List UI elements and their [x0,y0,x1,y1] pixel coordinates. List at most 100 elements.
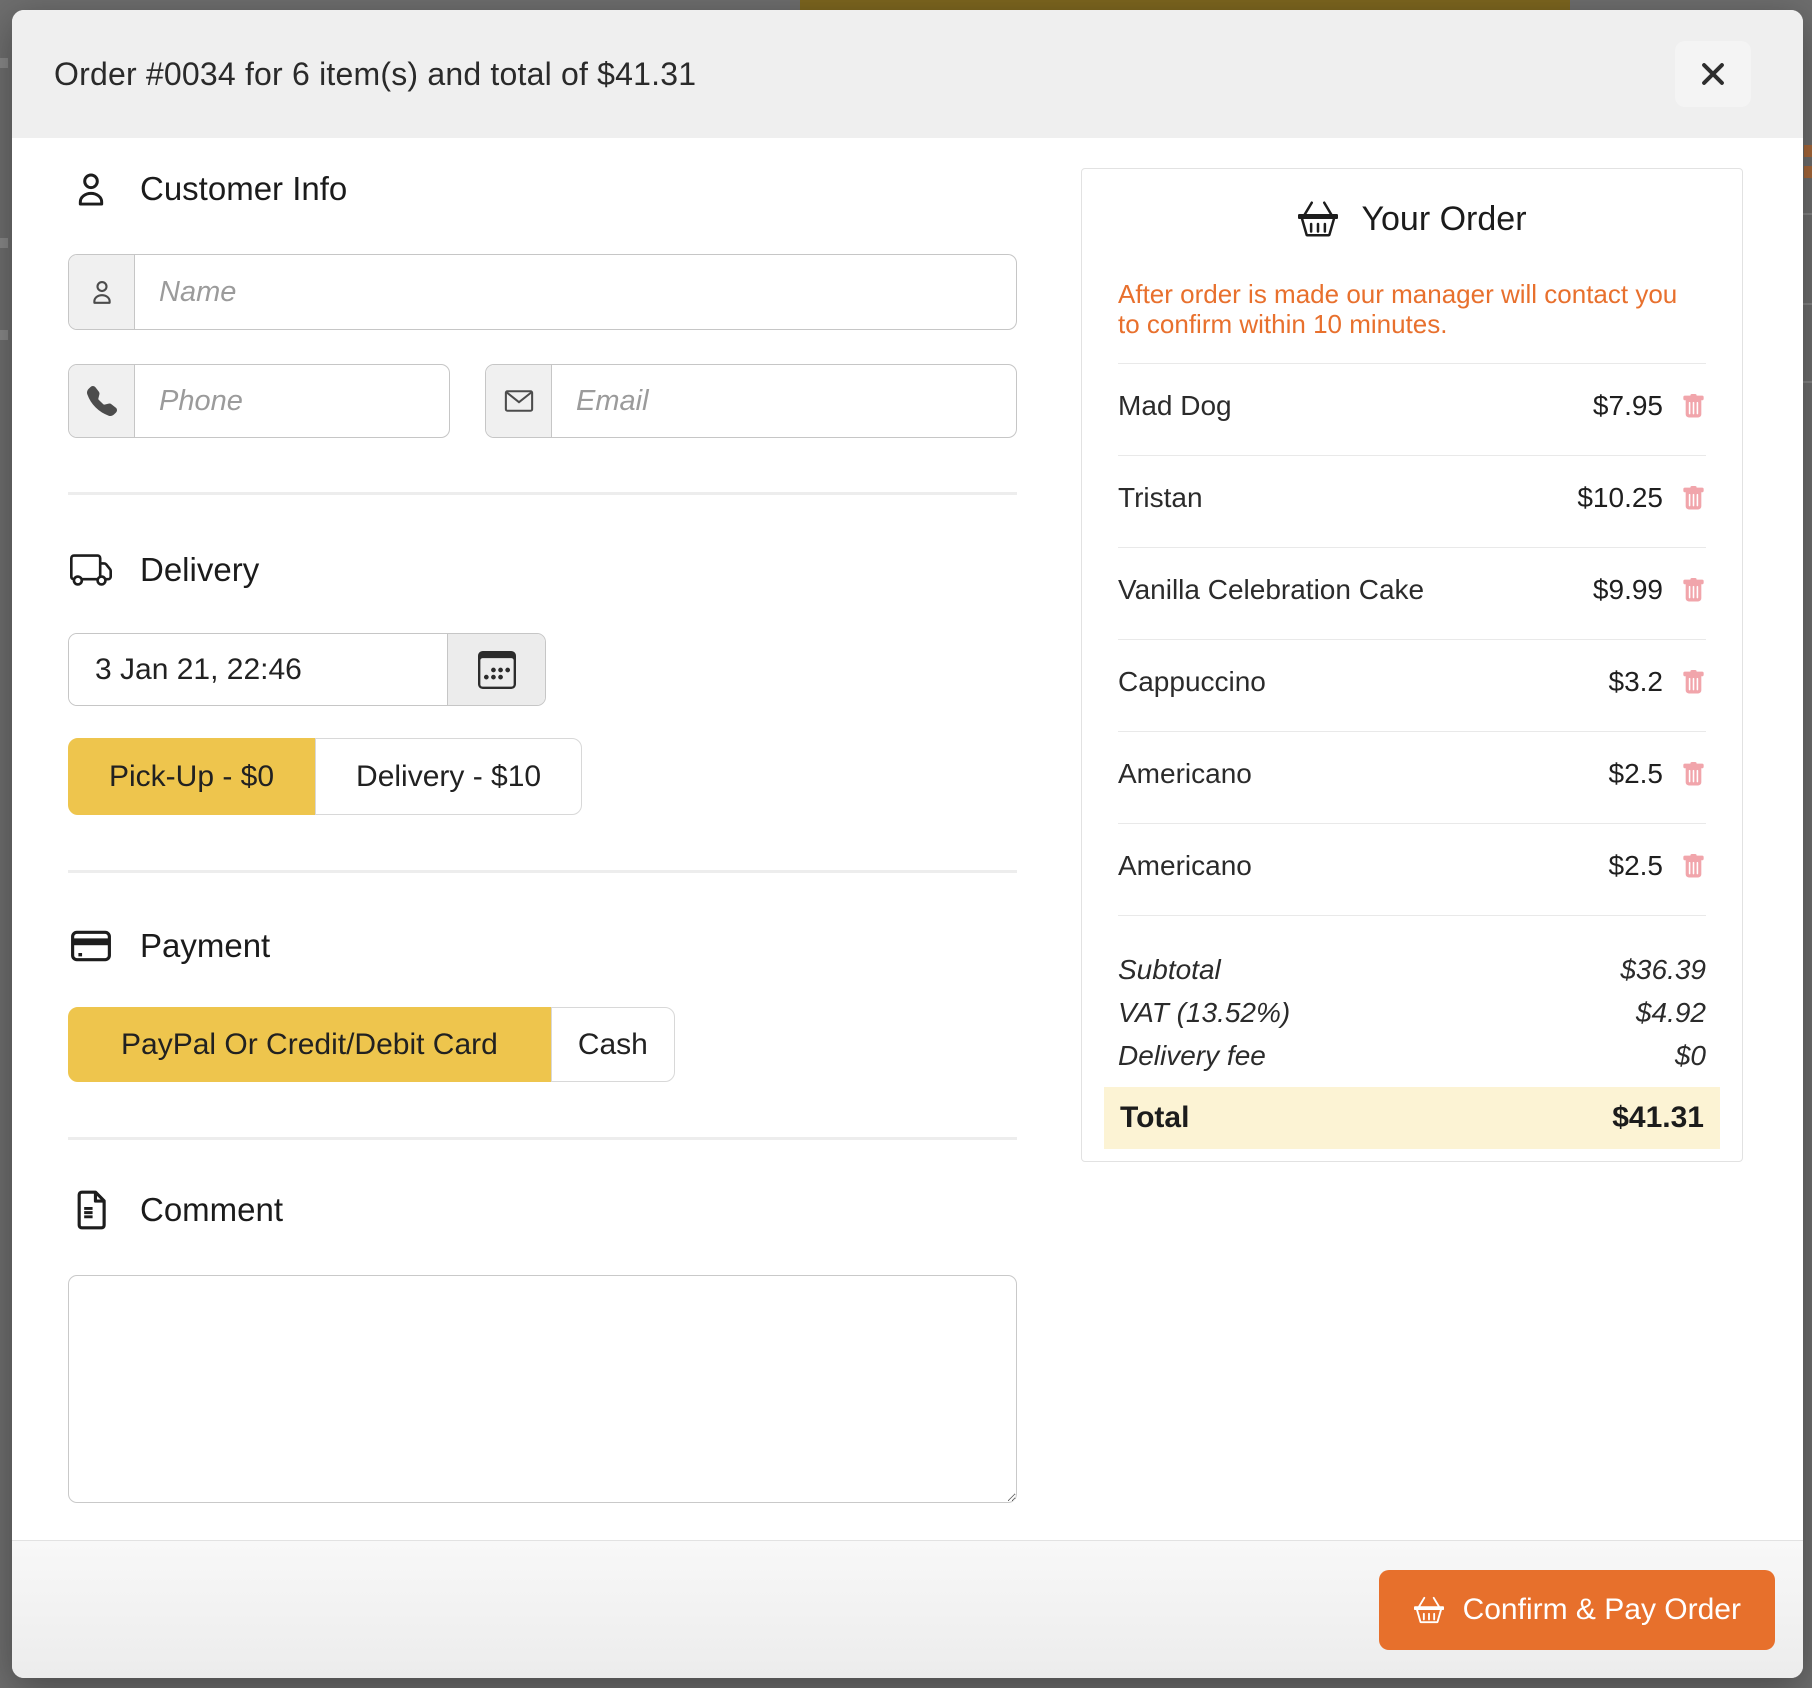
item-price: $7.95 [1593,390,1663,422]
summary-value: $4.92 [1636,991,1706,1034]
delivery-datetime-group [68,633,546,706]
your-order-panel: Your Order After order is made our manag… [1081,168,1743,1162]
comment-textarea[interactable] [68,1275,1017,1503]
paypal-card-option-button[interactable]: PayPal Or Credit/Debit Card [68,1007,551,1082]
name-input-group [68,254,1017,330]
item-name: Vanilla Celebration Cake [1118,574,1424,606]
backdrop-glyph [0,58,8,68]
basket-icon [1297,199,1339,239]
backdrop-glyph [0,238,8,248]
order-total-row: Total $41.31 [1104,1087,1720,1149]
order-item: Mad Dog $7.95 [1118,363,1706,455]
credit-card-icon [68,925,114,967]
trash-icon [1681,761,1706,788]
your-order-heading: Your Order [1118,197,1706,241]
close-button[interactable] [1675,41,1751,107]
email-input[interactable] [552,365,1016,437]
comment-heading: Comment [68,1187,1017,1233]
customer-info-label: Customer Info [140,170,347,208]
item-price: $3.2 [1609,666,1664,698]
delivery-datetime-input[interactable] [69,634,447,705]
payment-method-toggle: PayPal Or Credit/Debit Card Cash [68,1007,1017,1082]
phone-input-group [68,364,450,438]
remove-item-button[interactable] [1681,577,1706,604]
modal-header: Order #0034 for 6 item(s) and total of $… [12,10,1803,138]
item-price: $2.5 [1609,758,1664,790]
column-gap [1017,138,1081,1540]
trash-icon [1681,577,1706,604]
item-name: Americano [1118,758,1252,790]
modal-title: Order #0034 for 6 item(s) and total of $… [54,56,696,93]
envelope-icon [486,365,552,437]
remove-item-button[interactable] [1681,853,1706,880]
order-item: Tristan $10.25 [1118,455,1706,547]
email-input-group [485,364,1017,438]
document-icon [68,1189,114,1231]
modal-body: Customer Info [12,138,1803,1540]
backdrop-line [1803,381,1812,383]
item-price: $10.25 [1577,482,1663,514]
backdrop-top-strip [800,0,1570,10]
person-icon [68,168,114,210]
delivery-option-button[interactable]: Delivery - $10 [315,738,582,815]
remove-item-button[interactable] [1681,393,1706,420]
remove-item-button[interactable] [1681,669,1706,696]
backdrop-line [1803,303,1812,305]
your-order-label: Your Order [1361,200,1526,239]
summary-label: Delivery fee [1118,1034,1266,1077]
truck-icon [68,549,114,591]
modal-footer: Confirm & Pay Order [12,1540,1803,1678]
order-summary: Subtotal $36.39 VAT (13.52%) $4.92 Deliv… [1118,916,1706,1149]
summary-value: $36.39 [1620,948,1706,991]
item-name: Tristan [1118,482,1203,514]
section-divider [68,1137,1017,1140]
phone-icon [69,365,135,437]
item-name: Americano [1118,850,1252,882]
total-value: $41.31 [1612,1101,1704,1135]
trash-icon [1681,853,1706,880]
remove-item-button[interactable] [1681,761,1706,788]
payment-heading: Payment [68,923,1017,969]
close-icon [1700,61,1726,87]
section-divider [68,492,1017,495]
contact-row [68,364,1017,438]
item-price: $2.5 [1609,850,1664,882]
summary-row: VAT (13.52%) $4.92 [1118,991,1706,1034]
trash-icon [1681,485,1706,512]
order-column: Your Order After order is made our manag… [1081,138,1743,1540]
basket-icon [1413,1595,1445,1625]
section-divider [68,870,1017,873]
confirm-pay-label: Confirm & Pay Order [1463,1593,1741,1627]
calendar-picker-button[interactable] [447,634,545,705]
item-name: Mad Dog [1118,390,1232,422]
checkout-form: Customer Info [68,138,1017,1540]
item-price: $9.99 [1593,574,1663,606]
order-item: Vanilla Celebration Cake $9.99 [1118,547,1706,639]
summary-value: $0 [1675,1034,1706,1077]
delivery-method-toggle: Pick-Up - $0 Delivery - $10 [68,738,1017,815]
comment-label: Comment [140,1191,283,1229]
summary-row: Delivery fee $0 [1118,1034,1706,1077]
order-items-list: Mad Dog $7.95 Tristan $10.25 [1118,363,1706,916]
backdrop-glyph [1804,145,1812,157]
backdrop-glyph [0,330,8,340]
confirm-pay-button[interactable]: Confirm & Pay Order [1379,1570,1775,1650]
order-item: Americano $2.5 [1118,731,1706,823]
order-modal: Order #0034 for 6 item(s) and total of $… [12,10,1803,1678]
remove-item-button[interactable] [1681,485,1706,512]
order-note: After order is made our manager will con… [1118,279,1706,339]
pickup-option-button[interactable]: Pick-Up - $0 [68,738,315,815]
phone-input[interactable] [135,365,449,437]
delivery-label: Delivery [140,551,259,589]
person-icon [69,255,135,329]
summary-label: VAT (13.52%) [1118,991,1290,1034]
delivery-heading: Delivery [68,547,1017,593]
order-item: Cappuccino $3.2 [1118,639,1706,731]
customer-info-heading: Customer Info [68,166,1017,212]
item-name: Cappuccino [1118,666,1266,698]
cash-option-button[interactable]: Cash [551,1007,675,1082]
backdrop-line [1803,213,1812,215]
payment-label: Payment [140,927,270,965]
backdrop-glyph [1804,166,1812,178]
name-input[interactable] [135,255,1016,329]
